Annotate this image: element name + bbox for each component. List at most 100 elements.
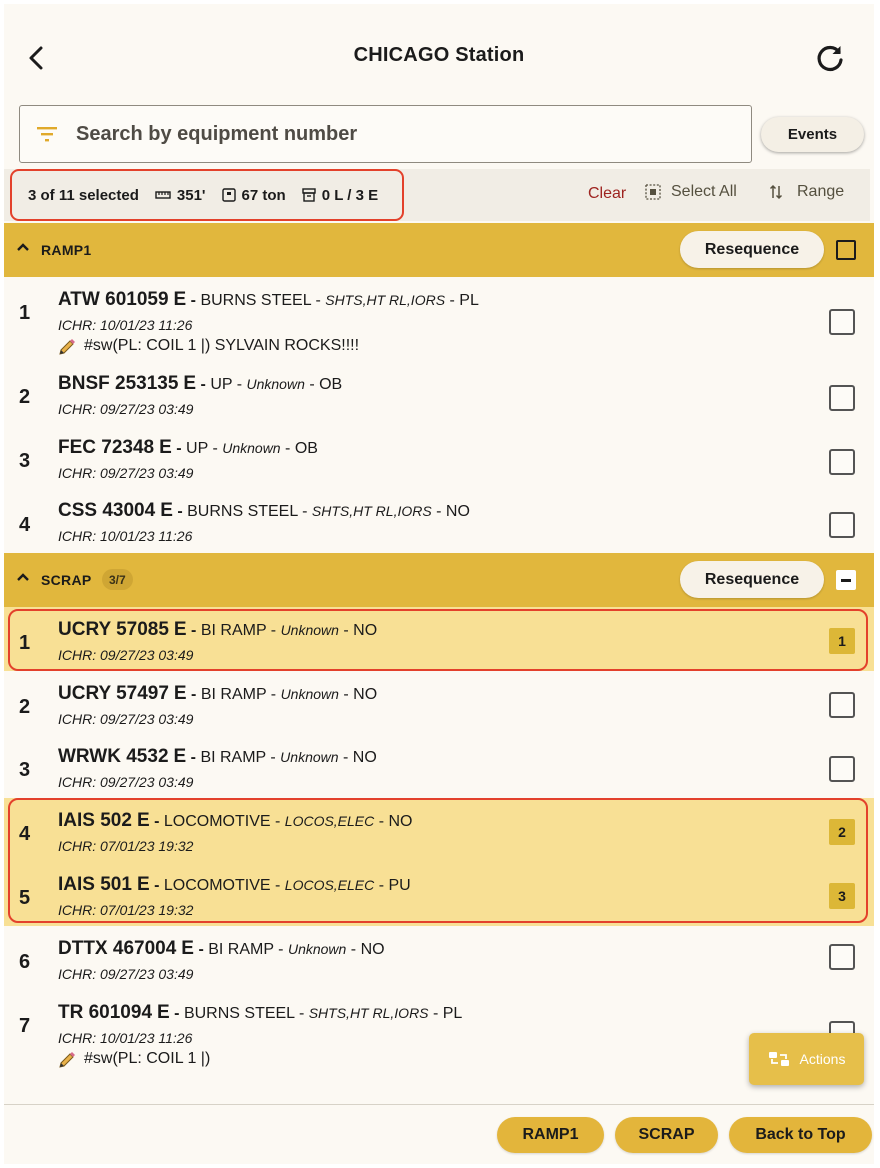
weight-value: 67 ton xyxy=(241,186,286,204)
range-button[interactable]: Range xyxy=(769,183,844,201)
row-title: IAIS 502 E - LOCOMOTIVE - LOCOS,ELEC - NO xyxy=(58,810,413,831)
row-date: ICHR: 09/27/23 03:49 xyxy=(58,711,194,727)
events-button[interactable]: Events xyxy=(761,117,864,152)
group-header-scrap[interactable]: SCRAP 3/7 Resequence xyxy=(4,553,874,607)
list-item[interactable]: 1 ATW 601059 E - BURNS STEEL - SHTS,HT RL… xyxy=(4,277,874,361)
row-number: 2 xyxy=(19,696,31,718)
back-to-top-button[interactable]: Back to Top xyxy=(729,1117,872,1153)
consignee: UP xyxy=(186,440,208,457)
row-checkbox[interactable] xyxy=(829,944,855,970)
commodity: LOCOS,ELEC xyxy=(284,813,375,829)
commodity: SHTS,HT RL,IORS xyxy=(325,292,446,308)
selection-order-badge[interactable]: 1 xyxy=(829,628,855,654)
location-code: OB xyxy=(319,376,343,393)
search-box[interactable] xyxy=(19,105,752,163)
location-code: PL xyxy=(442,1005,463,1022)
list-item-selected[interactable]: 4 IAIS 502 E - LOCOMOTIVE - LOCOS,ELEC - … xyxy=(4,798,874,862)
equipment-number: WRWK 4532 xyxy=(58,746,169,767)
selection-summary-bar: 3 of 11 selected 351' 67 ton 0 L / 3 E C… xyxy=(4,169,870,221)
jump-ramp1-button[interactable]: RAMP1 xyxy=(497,1117,604,1153)
equipment-number: ATW 601059 xyxy=(58,289,169,310)
status: E xyxy=(183,373,197,394)
footer-bar: RAMP1 SCRAP Back to Top xyxy=(4,1105,874,1164)
status: E xyxy=(173,683,187,704)
consignee: LOCOMOTIVE xyxy=(163,877,271,894)
row-title: CSS 43004 E - BURNS STEEL - SHTS,HT RL,IO… xyxy=(58,500,470,521)
row-date: ICHR: 10/01/23 11:26 xyxy=(58,317,193,333)
jump-scrap-button[interactable]: SCRAP xyxy=(615,1117,718,1153)
equipment-number: CSS 43004 xyxy=(58,500,156,521)
resequence-button[interactable]: Resequence xyxy=(680,231,824,268)
row-number: 3 xyxy=(19,759,31,781)
group-name: RAMP1 xyxy=(41,242,92,258)
list-item[interactable]: 2 UCRY 57497 E - BI RAMP - Unknown - NO I… xyxy=(4,671,874,734)
loads-stat: 0 L / 3 E xyxy=(301,187,378,204)
chevron-up-icon[interactable] xyxy=(16,240,30,254)
commodity: Unknown xyxy=(280,686,339,702)
row-title: FEC 72348 E - UP - Unknown - OB xyxy=(58,437,318,458)
row-checkbox[interactable] xyxy=(829,385,855,411)
actions-label: Actions xyxy=(799,1051,846,1067)
selection-order-badge[interactable]: 2 xyxy=(829,819,855,845)
row-checkbox[interactable] xyxy=(829,512,855,538)
list-item[interactable]: 3 WRWK 4532 E - BI RAMP - Unknown - NO IC… xyxy=(4,734,874,798)
commodity: Unknown xyxy=(222,440,281,456)
location-code: NO xyxy=(388,813,413,830)
row-checkbox[interactable] xyxy=(829,309,855,335)
search-input[interactable] xyxy=(76,122,676,146)
status: E xyxy=(173,746,187,767)
group-checkbox-indeterminate[interactable] xyxy=(836,570,856,590)
equipment-number: FEC 72348 xyxy=(58,437,155,458)
location-code: NO xyxy=(445,503,470,520)
row-date: ICHR: 09/27/23 03:49 xyxy=(58,465,194,481)
list-item[interactable]: 4 CSS 43004 E - BURNS STEEL - SHTS,HT RL,… xyxy=(4,488,874,553)
consignee: BI RAMP xyxy=(200,686,267,703)
scale-icon xyxy=(221,188,236,202)
equipment-number: TR 601094 xyxy=(58,1002,153,1023)
row-number: 4 xyxy=(19,514,31,536)
group-count-badge: 3/7 xyxy=(102,569,133,590)
commodity: Unknown xyxy=(287,941,347,957)
equipment-number: DTTX 467004 xyxy=(58,938,177,959)
commodity: SHTS,HT RL,IORS xyxy=(308,1005,429,1021)
list-item[interactable]: 6 DTTX 467004 E - BI RAMP - Unknown - NO … xyxy=(4,926,874,990)
equipment-number: UCRY 57497 xyxy=(58,683,169,704)
consignee: BI RAMP xyxy=(200,622,267,639)
consignee: BURNS STEEL xyxy=(200,292,311,309)
row-checkbox[interactable] xyxy=(829,756,855,782)
selection-order-badge[interactable]: 3 xyxy=(829,883,855,909)
refresh-button[interactable] xyxy=(810,38,850,78)
row-checkbox[interactable] xyxy=(829,692,855,718)
row-checkbox[interactable] xyxy=(829,449,855,475)
row-number: 7 xyxy=(19,1015,31,1037)
status: E xyxy=(173,289,187,310)
note-text: #sw(PL: COIL 1 |) SYLVAIN ROCKS!!!! xyxy=(84,337,360,354)
equipment-number: BNSF 253135 xyxy=(58,373,179,394)
list-item[interactable]: 2 BNSF 253135 E - UP - Unknown - OB ICHR:… xyxy=(4,361,874,425)
location-code: NO xyxy=(353,622,378,639)
clear-button[interactable]: Clear xyxy=(588,185,626,203)
row-number: 2 xyxy=(19,386,31,408)
row-date: ICHR: 09/27/23 03:49 xyxy=(58,401,194,417)
select-all-button[interactable]: Select All xyxy=(645,183,737,201)
location-code: OB xyxy=(294,440,318,457)
list-item[interactable]: 3 FEC 72348 E - UP - Unknown - OB ICHR: 0… xyxy=(4,425,874,488)
list-item-selected[interactable]: 5 IAIS 501 E - LOCOMOTIVE - LOCOS,ELEC - … xyxy=(4,862,874,926)
group-checkbox[interactable] xyxy=(836,240,856,260)
length-stat: 351' xyxy=(155,187,206,204)
group-header-ramp1[interactable]: RAMP1 Resequence xyxy=(4,223,874,277)
pencil-icon xyxy=(59,339,75,355)
resequence-button[interactable]: Resequence xyxy=(680,561,824,598)
row-date: ICHR: 07/01/23 19:32 xyxy=(58,902,194,918)
actions-button[interactable]: Actions xyxy=(749,1033,864,1085)
list-item[interactable]: 7 TR 601094 E - BURNS STEEL - SHTS,HT RL,… xyxy=(4,990,874,1086)
consignee: BI RAMP xyxy=(208,941,274,958)
filter-icon[interactable] xyxy=(36,126,58,142)
row-date: ICHR: 09/27/23 03:49 xyxy=(58,774,194,790)
commodity: SHTS,HT RL,IORS xyxy=(311,503,432,519)
chevron-up-icon[interactable] xyxy=(16,570,30,584)
location-code: PL xyxy=(459,292,479,309)
page-title: CHICAGO Station xyxy=(353,44,525,66)
consignee: LOCOMOTIVE xyxy=(163,813,271,830)
list-item-selected[interactable]: 1 UCRY 57085 E - BI RAMP - Unknown - NO I… xyxy=(4,607,874,671)
